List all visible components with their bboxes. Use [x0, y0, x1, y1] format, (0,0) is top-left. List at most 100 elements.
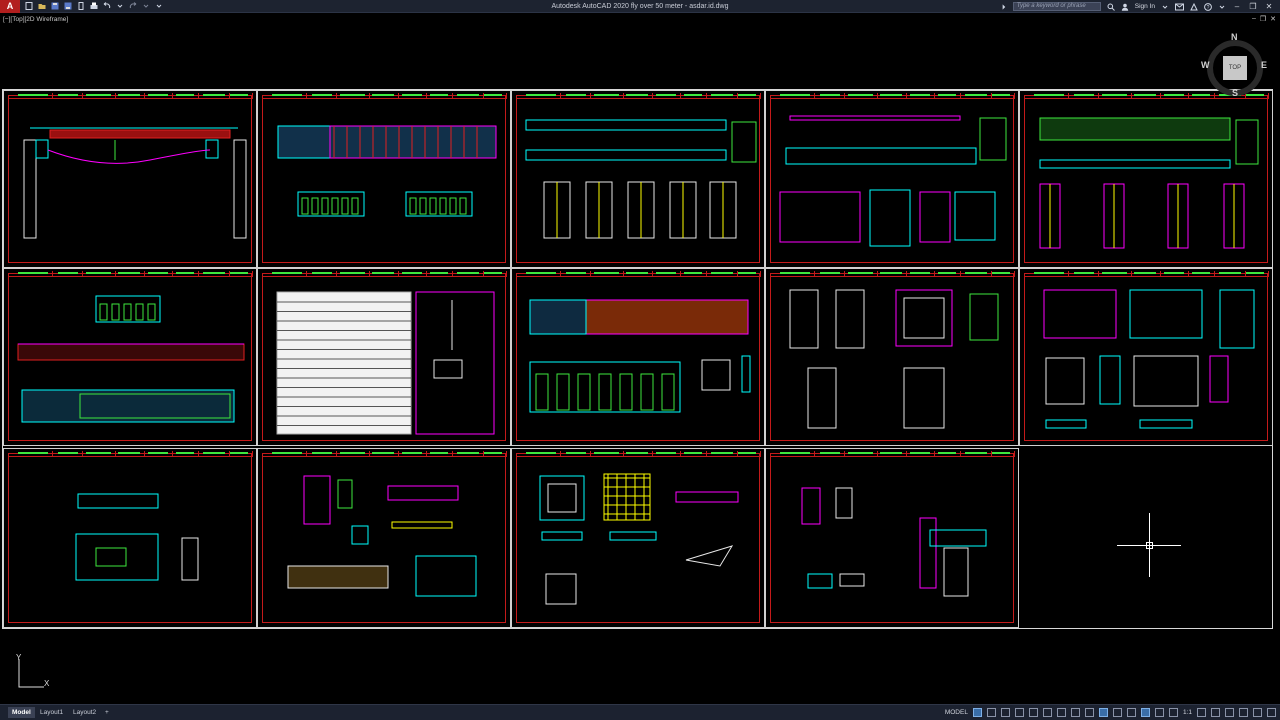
model-space-toggle[interactable]: MODEL — [945, 709, 968, 716]
chevron-down-icon[interactable] — [1161, 3, 1169, 11]
title-block-text — [272, 452, 302, 454]
save-icon[interactable] — [51, 2, 59, 10]
sign-in-button[interactable]: Sign In — [1135, 3, 1155, 10]
customize-menu-icon[interactable] — [155, 2, 163, 10]
annotation-visibility-icon[interactable] — [1140, 708, 1150, 717]
title-block-text — [430, 94, 448, 96]
graphics-performance-icon[interactable] — [1239, 708, 1248, 717]
compass-east[interactable]: E — [1261, 60, 1267, 70]
viewcube[interactable]: TOP N S E W — [1201, 32, 1267, 100]
title-block-divider — [52, 271, 53, 277]
title-block-divider — [1014, 93, 1015, 99]
drawing-restore-button[interactable]: ❐ — [1260, 15, 1266, 23]
open-folder-icon[interactable] — [38, 2, 46, 10]
viewport-controls[interactable]: [−][Top][2D Wireframe] — [3, 16, 68, 23]
title-block-divider — [706, 271, 707, 277]
title-block-text — [910, 452, 930, 454]
compass-south[interactable]: S — [1232, 88, 1238, 98]
title-block-text — [965, 452, 987, 454]
title-block-divider — [144, 93, 145, 99]
search-icon[interactable] — [1107, 3, 1115, 11]
sheet-border — [262, 453, 506, 623]
title-block-text — [780, 272, 810, 274]
chevron-down-icon[interactable] — [142, 2, 150, 10]
drawing-sheet — [765, 268, 1019, 446]
title-block-divider — [844, 93, 845, 99]
web-mobile-icon[interactable] — [77, 2, 85, 10]
tab-layout1[interactable]: Layout1 — [36, 707, 67, 718]
undo-icon[interactable] — [103, 2, 111, 10]
title-block-text — [656, 272, 676, 274]
viewcube-top-face[interactable]: TOP — [1223, 56, 1247, 80]
title-block-text — [340, 94, 365, 96]
selection-cycling-icon[interactable] — [1126, 708, 1136, 717]
restore-button[interactable]: ❐ — [1248, 2, 1258, 11]
title-block-divider — [82, 93, 83, 99]
a360-icon[interactable] — [1190, 2, 1198, 11]
grid-icon[interactable] — [972, 708, 982, 717]
compass-west[interactable]: W — [1201, 60, 1210, 70]
lineweight-icon[interactable] — [1098, 708, 1108, 717]
title-block-text — [684, 272, 702, 274]
annotation-scale-icon[interactable] — [1168, 708, 1178, 717]
object-snap-icon[interactable] — [1084, 708, 1094, 717]
polar-tracking-icon[interactable] — [1042, 708, 1052, 717]
title-block-text — [430, 452, 448, 454]
drawing-close-button[interactable]: ✕ — [1270, 15, 1276, 23]
exchange-apps-icon[interactable] — [1175, 3, 1184, 11]
chevron-down-icon[interactable] — [1218, 3, 1226, 11]
title-block-divider — [306, 93, 307, 99]
compass-north[interactable]: N — [1231, 32, 1238, 42]
chevron-right-icon[interactable] — [1000, 3, 1007, 11]
redo-icon[interactable] — [129, 2, 137, 10]
ortho-icon[interactable] — [1028, 708, 1038, 717]
minimize-button[interactable]: – — [1232, 2, 1242, 11]
tab-layout2[interactable]: Layout2 — [69, 707, 100, 718]
user-icon[interactable] — [1121, 3, 1129, 11]
title-block-divider — [844, 271, 845, 277]
isolate-objects-icon[interactable] — [1225, 708, 1234, 717]
tab-model[interactable]: Model — [8, 707, 35, 718]
title-block-text — [780, 452, 810, 454]
isometric-drafting-icon[interactable] — [1056, 708, 1066, 717]
title-block-divider — [369, 93, 370, 99]
close-button[interactable]: ✕ — [1264, 2, 1274, 11]
title-block-text — [1134, 94, 1156, 96]
chevron-down-icon[interactable] — [1000, 708, 1010, 717]
chevron-down-icon[interactable] — [116, 2, 124, 10]
drawing-sheet — [257, 90, 511, 268]
title-block-text — [118, 272, 140, 274]
dynamic-input-icon[interactable] — [1014, 708, 1024, 717]
object-snap-tracking-icon[interactable] — [1070, 708, 1080, 717]
title-block-text — [18, 272, 48, 274]
application-menu-button[interactable]: A — [0, 0, 20, 13]
title-block-text — [1102, 94, 1127, 96]
snap-mode-icon[interactable] — [986, 708, 996, 717]
title-block-header — [516, 271, 761, 277]
add-layout-button[interactable]: + — [101, 707, 113, 718]
help-icon[interactable]: ? — [1204, 2, 1212, 11]
plus-icon[interactable] — [1211, 708, 1220, 717]
title-block-text — [86, 94, 111, 96]
gear-icon[interactable] — [1197, 708, 1206, 717]
autoscale-icon[interactable] — [1154, 708, 1164, 717]
annotation-scale-value[interactable]: 1:1 — [1183, 709, 1192, 716]
title-block-text — [484, 452, 502, 454]
clean-screen-icon[interactable] — [1253, 708, 1262, 717]
customization-menu-icon[interactable] — [1267, 708, 1276, 717]
title-block-text — [1246, 272, 1264, 274]
drawing-minimize-button[interactable]: – — [1252, 15, 1256, 23]
title-block-divider — [623, 271, 624, 277]
sheet-border — [770, 453, 1014, 623]
search-input[interactable]: Type a keyword or phrase — [1012, 2, 1101, 11]
transparency-icon[interactable] — [1112, 708, 1122, 717]
title-block-header — [8, 93, 253, 99]
title-block-text — [965, 94, 987, 96]
title-block-divider — [115, 93, 116, 99]
title-block-text — [626, 452, 648, 454]
plot-icon[interactable] — [90, 2, 98, 10]
save-as-icon[interactable] — [64, 2, 72, 10]
title-block-divider — [680, 271, 681, 277]
new-file-icon[interactable] — [25, 2, 33, 10]
title-block-header — [8, 451, 253, 457]
